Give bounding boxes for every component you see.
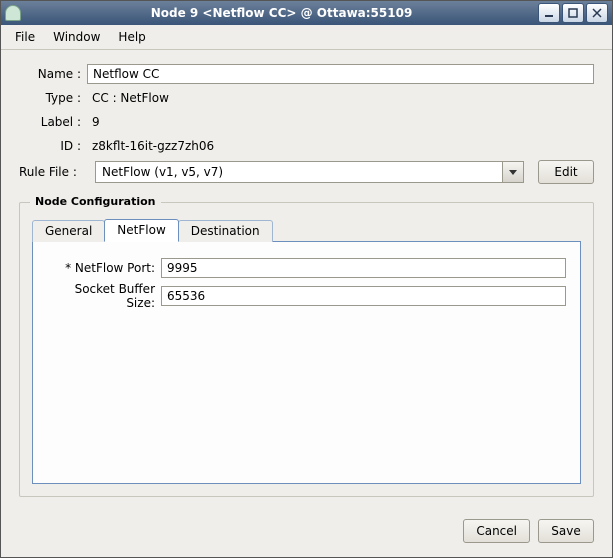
- row-name: Name :: [19, 64, 594, 84]
- netflow-port-label: * NetFlow Port:: [47, 261, 161, 275]
- menu-help[interactable]: Help: [110, 27, 153, 47]
- rulefile-dropdown-button[interactable]: [502, 162, 523, 182]
- socket-buffer-label: Socket Buffer Size:: [47, 282, 161, 310]
- menu-window[interactable]: Window: [45, 27, 108, 47]
- id-value: z8kflt-16it-gzz7zh06: [87, 136, 594, 156]
- maximize-button[interactable]: [562, 3, 584, 23]
- name-input[interactable]: [87, 64, 594, 84]
- app-window: Node 9 <Netflow CC> @ Ottawa:55109 File …: [0, 0, 613, 558]
- id-label: ID :: [19, 139, 87, 153]
- label-value: 9: [87, 112, 594, 132]
- row-type: Type : CC : NetFlow: [19, 88, 594, 108]
- node-config-group: Node Configuration General NetFlow Desti…: [19, 202, 594, 497]
- titlebar: Node 9 <Netflow CC> @ Ottawa:55109: [1, 1, 612, 25]
- menu-file[interactable]: File: [7, 27, 43, 47]
- row-socket-buffer: Socket Buffer Size:: [47, 282, 566, 310]
- content-area: Name : Type : CC : NetFlow Label : 9 ID …: [1, 50, 612, 509]
- tab-destination[interactable]: Destination: [178, 220, 273, 242]
- row-netflow-port: * NetFlow Port:: [47, 258, 566, 278]
- tab-body-netflow: * NetFlow Port: Socket Buffer Size:: [32, 241, 581, 484]
- rulefile-combo[interactable]: NetFlow (v1, v5, v7): [95, 161, 524, 183]
- close-button[interactable]: [586, 3, 608, 23]
- rulefile-value: NetFlow (v1, v5, v7): [96, 162, 502, 182]
- netflow-port-input[interactable]: [161, 258, 566, 278]
- row-label: Label : 9: [19, 112, 594, 132]
- minimize-icon: [544, 8, 554, 18]
- socket-buffer-input[interactable]: [161, 286, 566, 306]
- name-label: Name :: [19, 67, 87, 81]
- minimize-button[interactable]: [538, 3, 560, 23]
- tabs-row: General NetFlow Destination: [32, 219, 581, 241]
- groupbox-title: Node Configuration: [30, 195, 161, 208]
- maximize-icon: [568, 8, 578, 18]
- type-value: CC : NetFlow: [87, 88, 594, 108]
- menubar: File Window Help: [1, 25, 612, 50]
- row-rulefile: Rule File : NetFlow (v1, v5, v7) Edit: [19, 160, 594, 184]
- tab-netflow[interactable]: NetFlow: [104, 219, 178, 242]
- chevron-down-icon: [508, 167, 518, 177]
- cancel-button[interactable]: Cancel: [463, 519, 530, 543]
- window-title: Node 9 <Netflow CC> @ Ottawa:55109: [27, 6, 536, 20]
- tab-general[interactable]: General: [32, 220, 105, 242]
- edit-button[interactable]: Edit: [538, 160, 594, 184]
- rulefile-label: Rule File :: [19, 165, 81, 179]
- app-icon: [5, 5, 21, 21]
- label-label: Label :: [19, 115, 87, 129]
- save-button[interactable]: Save: [538, 519, 594, 543]
- type-label: Type :: [19, 91, 87, 105]
- row-id: ID : z8kflt-16it-gzz7zh06: [19, 136, 594, 156]
- footer: Cancel Save: [1, 509, 612, 557]
- close-icon: [592, 8, 602, 18]
